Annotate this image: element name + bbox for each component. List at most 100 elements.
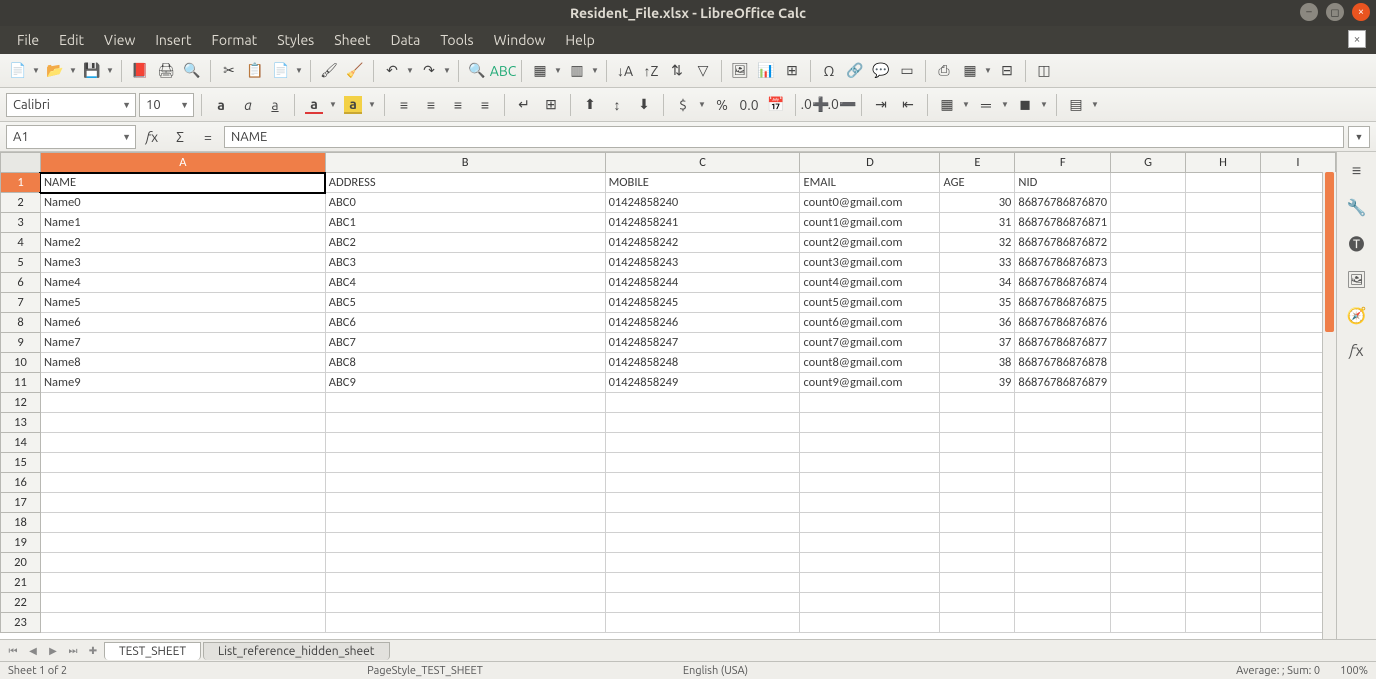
cell-E20[interactable] [940, 553, 1015, 573]
cell-F2[interactable]: 86876786876870 [1015, 193, 1111, 213]
row-header-14[interactable]: 14 [1, 433, 41, 453]
cell-B6[interactable]: ABC4 [325, 273, 605, 293]
row-header-5[interactable]: 5 [1, 253, 41, 273]
cell-E10[interactable]: 38 [940, 353, 1015, 373]
row-header-16[interactable]: 16 [1, 473, 41, 493]
cell-H21[interactable] [1186, 573, 1261, 593]
formula-icon[interactable]: = [196, 125, 220, 149]
align-left-icon[interactable]: ≡ [392, 93, 416, 117]
column-header-F[interactable]: F [1015, 153, 1111, 173]
cell-F16[interactable] [1015, 473, 1111, 493]
cell-C2[interactable]: 01424858240 [605, 193, 800, 213]
cell-G23[interactable] [1111, 613, 1186, 633]
cell-D21[interactable] [800, 573, 940, 593]
save-icon[interactable]: 💾 [80, 59, 104, 83]
cell-H10[interactable] [1186, 353, 1261, 373]
menu-file[interactable]: File [8, 28, 48, 52]
cell-D8[interactable]: count6@gmail.com [800, 313, 940, 333]
cell-B7[interactable]: ABC5 [325, 293, 605, 313]
window-minimize-button[interactable]: – [1300, 3, 1318, 21]
cell-F14[interactable] [1015, 433, 1111, 453]
decrease-indent-icon[interactable]: ⇤ [896, 93, 920, 117]
cell-E14[interactable] [940, 433, 1015, 453]
new-document-icon[interactable]: 📄 [6, 59, 30, 83]
cell-H14[interactable] [1186, 433, 1261, 453]
cell-H6[interactable] [1186, 273, 1261, 293]
cell-E8[interactable]: 36 [940, 313, 1015, 333]
column-header-I[interactable]: I [1260, 153, 1335, 173]
spellcheck-icon[interactable]: ABC [491, 59, 515, 83]
cell-G13[interactable] [1111, 413, 1186, 433]
clear-formatting-icon[interactable]: 🧹 [343, 59, 367, 83]
cell-G17[interactable] [1111, 493, 1186, 513]
cell-G1[interactable] [1111, 173, 1186, 193]
cell-G21[interactable] [1111, 573, 1186, 593]
cell-D11[interactable]: count9@gmail.com [800, 373, 940, 393]
row-header-11[interactable]: 11 [1, 373, 41, 393]
cell-C22[interactable] [605, 593, 800, 613]
cell-D23[interactable] [800, 613, 940, 633]
cell-D10[interactable]: count8@gmail.com [800, 353, 940, 373]
cell-A14[interactable] [40, 433, 325, 453]
cell-F5[interactable]: 86876786876873 [1015, 253, 1111, 273]
cell-E23[interactable] [940, 613, 1015, 633]
valign-bottom-icon[interactable]: ⬇ [632, 93, 656, 117]
cell-A18[interactable] [40, 513, 325, 533]
justify-icon[interactable]: ≡ [473, 93, 497, 117]
cell-C4[interactable]: 01424858242 [605, 233, 800, 253]
cell-H23[interactable] [1186, 613, 1261, 633]
cell-A22[interactable] [40, 593, 325, 613]
cell-F1[interactable]: NID [1015, 173, 1111, 193]
cell-B18[interactable] [325, 513, 605, 533]
freeze-icon[interactable]: ▦ [958, 59, 982, 83]
cell-E19[interactable] [940, 533, 1015, 553]
cell-E4[interactable]: 32 [940, 233, 1015, 253]
cell-A3[interactable]: Name1 [40, 213, 325, 233]
cell-H9[interactable] [1186, 333, 1261, 353]
cell-G8[interactable] [1111, 313, 1186, 333]
sort-desc-icon[interactable]: ↑Z [639, 59, 663, 83]
cell-B12[interactable] [325, 393, 605, 413]
sidebar-properties-icon[interactable]: 🔧 [1344, 194, 1370, 220]
row-header-21[interactable]: 21 [1, 573, 41, 593]
cell-D20[interactable] [800, 553, 940, 573]
cell-C9[interactable]: 01424858247 [605, 333, 800, 353]
cell-A21[interactable] [40, 573, 325, 593]
cell-E17[interactable] [940, 493, 1015, 513]
cell-B4[interactable]: ABC2 [325, 233, 605, 253]
sidebar-functions-icon[interactable]: fx [1344, 338, 1370, 364]
row-icon[interactable]: ▦ [528, 59, 552, 83]
cell-D14[interactable] [800, 433, 940, 453]
number-format-icon[interactable]: 0.0 [737, 93, 761, 117]
cell-H11[interactable] [1186, 373, 1261, 393]
cell-A6[interactable]: Name4 [40, 273, 325, 293]
cell-G3[interactable] [1111, 213, 1186, 233]
window-close-button[interactable]: × [1352, 3, 1370, 21]
percent-icon[interactable]: % [710, 93, 734, 117]
cell-E11[interactable]: 39 [940, 373, 1015, 393]
tab-next-button[interactable]: ▶ [44, 643, 62, 659]
cell-F19[interactable] [1015, 533, 1111, 553]
tab-last-button[interactable]: ⏭ [64, 643, 82, 659]
cell-B19[interactable] [325, 533, 605, 553]
cell-A8[interactable]: Name6 [40, 313, 325, 333]
cell-F11[interactable]: 86876786876879 [1015, 373, 1111, 393]
cell-A4[interactable]: Name2 [40, 233, 325, 253]
cell-E15[interactable] [940, 453, 1015, 473]
define-print-area-icon[interactable]: ⎙ [932, 59, 956, 83]
cell-B3[interactable]: ABC1 [325, 213, 605, 233]
valign-top-icon[interactable]: ⬆ [578, 93, 602, 117]
vertical-scrollbar[interactable] [1322, 172, 1336, 639]
cell-C21[interactable] [605, 573, 800, 593]
cell-F20[interactable] [1015, 553, 1111, 573]
cell-A11[interactable]: Name9 [40, 373, 325, 393]
border-color-icon[interactable]: ◼ [1013, 93, 1037, 117]
cell-D19[interactable] [800, 533, 940, 553]
status-calc[interactable]: Average: ; Sum: 0 [1236, 665, 1320, 677]
cell-C18[interactable] [605, 513, 800, 533]
status-page-style[interactable]: PageStyle_TEST_SHEET [367, 665, 483, 677]
cell-A2[interactable]: Name0 [40, 193, 325, 213]
cell-A16[interactable] [40, 473, 325, 493]
cell-A5[interactable]: Name3 [40, 253, 325, 273]
cell-F23[interactable] [1015, 613, 1111, 633]
